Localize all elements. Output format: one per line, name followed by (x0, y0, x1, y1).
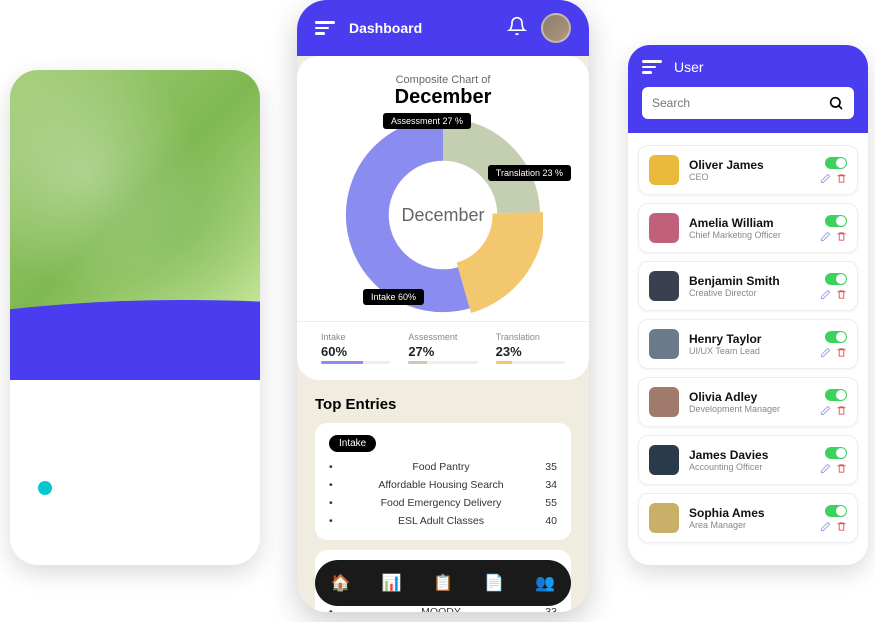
edit-icon[interactable] (820, 289, 831, 300)
user-name: Benjamin Smith (689, 274, 810, 288)
active-toggle[interactable] (825, 505, 847, 517)
entry-row: Food Emergency Delivery55 (329, 494, 557, 512)
active-toggle[interactable] (825, 157, 847, 169)
legend-label: Assessment (408, 332, 477, 342)
edit-icon[interactable] (820, 231, 831, 242)
splash-content: Community Group Family is not an importa… (10, 305, 260, 565)
delete-icon[interactable] (836, 521, 847, 532)
user-avatar (649, 329, 679, 359)
user-card[interactable]: Henry Taylor UI/UX Team Lead (638, 319, 858, 369)
active-toggle[interactable] (825, 389, 847, 401)
user-role: Chief Marketing Officer (689, 230, 810, 240)
user-role: Area Manager (689, 520, 810, 530)
user-name: Sophia Ames (689, 506, 810, 520)
user-avatar (649, 503, 679, 533)
active-toggle[interactable] (825, 215, 847, 227)
splash-screen: Community Group Family is not an importa… (10, 70, 260, 565)
user-avatar (649, 387, 679, 417)
page-title: Dashboard (349, 20, 493, 36)
edit-icon[interactable] (820, 463, 831, 474)
legend-item: Assessment 27% (408, 332, 477, 364)
logo-text: Community (69, 385, 201, 412)
badge-assessment: Assessment 27 % (383, 113, 471, 129)
top-entries-title: Top Entries (315, 396, 571, 413)
legend-item: Intake 60% (321, 332, 390, 364)
entry-row: ESL Adult Classes40 (329, 512, 557, 530)
user-card[interactable]: Olivia Adley Development Manager (638, 377, 858, 427)
page-dots[interactable] (117, 535, 153, 543)
edit-icon[interactable] (820, 173, 831, 184)
legend-label: Intake (321, 332, 390, 342)
user-role: Development Manager (689, 404, 810, 414)
family-photo (10, 70, 260, 330)
avatar[interactable] (541, 13, 571, 43)
active-toggle[interactable] (825, 331, 847, 343)
search-input[interactable] (652, 96, 820, 110)
delete-icon[interactable] (836, 231, 847, 242)
page-title: User (674, 59, 704, 75)
user-name: Henry Taylor (689, 332, 810, 346)
user-card[interactable]: Amelia William Chief Marketing Officer (638, 203, 858, 253)
edit-icon[interactable] (820, 347, 831, 358)
user-avatar (649, 155, 679, 185)
user-role: Creative Director (689, 288, 810, 298)
nav-users-icon[interactable]: 👥 (530, 568, 560, 598)
user-name: Oliver James (689, 158, 810, 172)
user-avatar (649, 271, 679, 301)
user-card[interactable]: James Davies Accounting Officer (638, 435, 858, 485)
user-role: UI/UX Team Lead (689, 346, 810, 356)
entry-row: Affordable Housing Search34 (329, 476, 557, 494)
dashboard-screen: Dashboard Composite Chart of December De… (297, 0, 589, 612)
donut-center-label: December (343, 115, 543, 315)
donut-chart: December Assessment 27 % Translation 23 … (343, 115, 543, 315)
user-list: Oliver James CEO Amelia William Chief Ma… (628, 133, 868, 555)
user-name: Amelia William (689, 216, 810, 230)
delete-icon[interactable] (836, 289, 847, 300)
user-card[interactable]: Oliver James CEO (638, 145, 858, 195)
user-role: Accounting Officer (689, 462, 810, 472)
active-toggle[interactable] (825, 273, 847, 285)
user-role: CEO (689, 172, 810, 182)
bell-icon[interactable] (507, 16, 527, 41)
nav-notes-icon[interactable]: 📋 (428, 568, 458, 598)
group-pill: Intake (329, 435, 376, 452)
delete-icon[interactable] (836, 173, 847, 184)
chart-title: December (297, 86, 589, 109)
legend-item: Translation 23% (496, 332, 565, 364)
badge-translation: Translation 23 % (488, 165, 571, 181)
user-name: Olivia Adley (689, 390, 810, 404)
user-avatar (649, 445, 679, 475)
nav-doc-icon[interactable]: 📄 (479, 568, 509, 598)
menu-icon[interactable] (642, 60, 662, 74)
entry-group: Intake Food Pantry35Affordable Housing Se… (315, 423, 571, 540)
chart-legend: Intake 60% Assessment 27% Translation 23… (297, 321, 589, 380)
nav-metrics-icon[interactable]: 📊 (377, 568, 407, 598)
user-name: James Davies (689, 448, 810, 462)
delete-icon[interactable] (836, 463, 847, 474)
legend-pct: 60% (321, 344, 390, 359)
legend-pct: 23% (496, 344, 565, 359)
entry-row: Food Pantry35 (329, 458, 557, 476)
active-toggle[interactable] (825, 447, 847, 459)
legend-pct: 27% (408, 344, 477, 359)
search-box[interactable] (642, 87, 854, 119)
users-screen: User Oliver James CEO Amelia William Chi… (628, 45, 868, 565)
user-card[interactable]: Benjamin Smith Creative Director (638, 261, 858, 311)
user-avatar (649, 213, 679, 243)
delete-icon[interactable] (836, 347, 847, 358)
legend-label: Translation (496, 332, 565, 342)
edit-icon[interactable] (820, 521, 831, 532)
delete-icon[interactable] (836, 405, 847, 416)
chart-subtitle: Composite Chart of (297, 74, 589, 86)
search-icon[interactable] (828, 95, 844, 111)
bottom-nav: 🏠 📊 📋 📄 👥 (315, 560, 571, 606)
menu-icon[interactable] (315, 21, 335, 35)
badge-intake: Intake 60% (363, 289, 424, 305)
tagline: Family is not an important thing, it's e… (50, 448, 220, 484)
user-card[interactable]: Sophia Ames Area Manager (638, 493, 858, 543)
dashboard-header: Dashboard (297, 0, 589, 56)
nav-home-icon[interactable]: 🏠 (326, 568, 356, 598)
edit-icon[interactable] (820, 405, 831, 416)
